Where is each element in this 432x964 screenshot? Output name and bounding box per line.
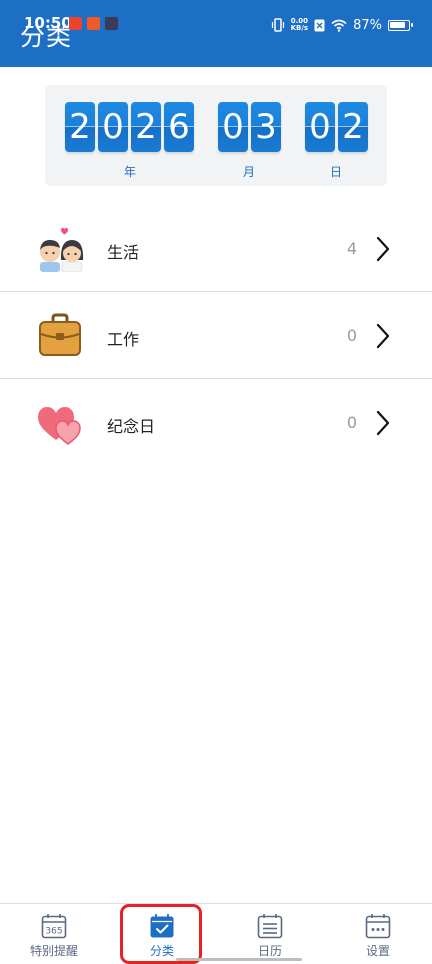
nav-label: 设置 (365, 944, 390, 958)
category-name: 工作 (107, 330, 140, 349)
year-digit: 2 (65, 102, 95, 152)
app-root: 分类 10:50 0.00 KB/s 87% 2 0 2 6 年 0 3 月 0… (0, 0, 432, 964)
month-label: 月 (243, 165, 256, 179)
vibrate-icon (271, 18, 284, 32)
category-row-anniversary[interactable]: 纪念日 0 (0, 379, 432, 466)
category-name: 纪念日 (107, 417, 156, 436)
year-digit: 2 (131, 102, 161, 152)
chevron-right-icon (376, 410, 390, 436)
chevron-right-icon (376, 236, 390, 262)
calendar-365-text: 365 (45, 927, 62, 937)
home-indicator (176, 958, 302, 961)
status-time: 10:50 (24, 14, 72, 32)
month-digit: 3 (251, 102, 281, 152)
bottom-nav: 365 特别提醒 分类 日历 设置 (0, 903, 432, 964)
calendar-dots-icon (365, 914, 391, 939)
wifi-icon (331, 19, 347, 32)
notification-app-icon (69, 17, 82, 30)
month-digit: 0 (218, 102, 248, 152)
couple-icon (40, 227, 84, 272)
category-count: 0 (346, 326, 357, 345)
day-label: 日 (330, 165, 343, 179)
calendar-list-icon (257, 914, 283, 939)
nav-label: 日历 (257, 944, 282, 958)
nav-label: 特别提醒 (29, 944, 78, 958)
category-name: 生活 (107, 243, 140, 262)
category-row-life[interactable]: 生活 4 (0, 205, 432, 292)
calendar-365-icon: 365 (41, 914, 67, 939)
active-tab-highlight (120, 904, 202, 964)
category-count: 4 (346, 239, 357, 258)
year-label: 年 (124, 165, 137, 179)
nav-item-reminders[interactable]: 365 特别提醒 (0, 904, 108, 964)
day-digit: 2 (338, 102, 368, 152)
category-row-work[interactable]: 工作 0 (0, 292, 432, 379)
date-counter: 2 0 2 6 年 0 3 月 0 2 日 (45, 85, 387, 186)
nav-item-settings[interactable]: 设置 (324, 904, 432, 964)
notification-app-icon (87, 17, 100, 30)
year-digit: 6 (164, 102, 194, 152)
hearts-icon (38, 407, 81, 445)
category-count: 0 (346, 413, 357, 432)
notification-play-icon (105, 17, 118, 30)
day-digit: 0 (305, 102, 335, 152)
briefcase-icon (39, 313, 81, 356)
status-right-group: 0.00 KB/s 87% (271, 15, 413, 35)
battery-icon (388, 19, 413, 31)
app-header: 分类 10:50 0.00 KB/s 87% (0, 0, 432, 67)
sim-off-icon (314, 19, 325, 31)
network-speed: 0.00 KB/s (291, 18, 308, 32)
year-digit: 0 (98, 102, 128, 152)
battery-percent: 87% (353, 17, 382, 33)
battery-level-fill (390, 21, 405, 28)
network-speed-unit: KB/s (290, 24, 309, 32)
nav-item-calendar[interactable]: 日历 (216, 904, 324, 964)
chevron-right-icon (376, 323, 390, 349)
